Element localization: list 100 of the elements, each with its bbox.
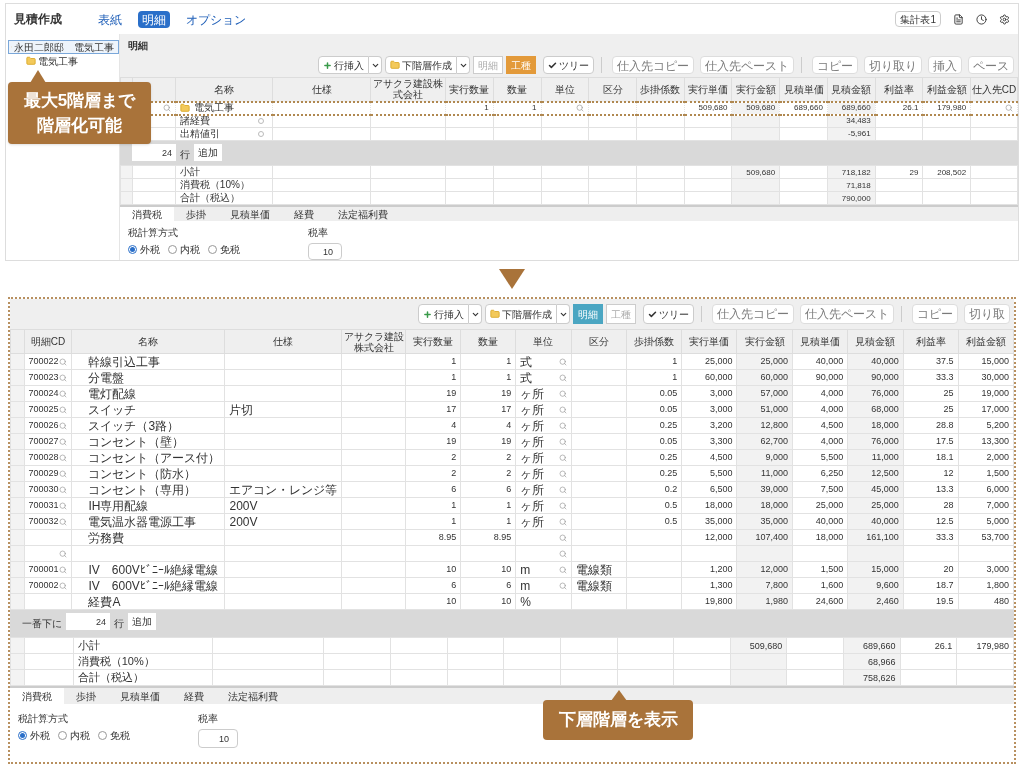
search-icon[interactable] [558,501,567,510]
dropdown-button[interactable] [369,56,382,74]
row-count-field[interactable]: 24 [132,144,176,161]
radio-option[interactable]: 内税 [58,729,90,742]
search-icon[interactable] [59,549,68,558]
tax-rate-field[interactable]: 10 [308,243,342,260]
tab[interactable]: 見積単価 [218,207,282,221]
tab[interactable]: 歩掛 [64,688,108,704]
search-icon[interactable] [558,485,567,494]
total-label: 合計（税込） [179,192,240,203]
search-icon[interactable] [558,517,567,526]
estimate-amount: 45,000 [871,485,899,494]
tab[interactable]: 経費 [172,688,216,704]
search-icon[interactable] [59,485,68,494]
row-count-field[interactable]: 24 [66,613,110,630]
search-icon[interactable] [558,357,567,366]
summary-button[interactable]: 集計表1 [895,11,941,27]
create-sublevel-button[interactable]: 下階層作成 [485,304,557,324]
labor-factor: 0.5 [664,501,678,510]
clock-icon[interactable] [976,13,987,25]
search-icon[interactable] [59,581,68,590]
insert-row-button[interactable]: 行挿入 [418,304,469,324]
search-icon[interactable] [59,469,68,478]
actual-unit-price: 509,680 [698,104,728,112]
callout-pointer-icon [611,690,627,701]
radio-option[interactable]: 外税 [128,243,160,256]
search-icon[interactable] [59,405,68,414]
search-icon[interactable] [558,437,567,446]
tab[interactable]: 法定福利費 [216,688,290,704]
tree-item[interactable]: 電気工事 [8,54,119,68]
tab[interactable]: 法定福利費 [326,207,400,221]
search-icon[interactable] [558,421,567,430]
tab[interactable]: 消費税 [10,688,64,704]
search-icon[interactable] [558,389,567,398]
search-icon[interactable] [59,565,68,574]
dropdown-button[interactable] [469,304,482,324]
radio-option[interactable]: 外税 [18,729,50,742]
labor-factor: 0.05 [659,437,678,446]
actual-quantity: 2 [451,469,457,478]
search-icon[interactable] [558,565,567,574]
tab[interactable]: オプション [182,10,250,28]
search-icon[interactable] [576,104,585,112]
search-icon[interactable] [162,104,171,112]
estimate-amount: 9,600 [876,581,899,590]
plus-icon [323,60,332,70]
create-sublevel-button[interactable]: 下階層作成 [385,56,457,74]
search-icon[interactable] [1005,104,1013,112]
profit-rate: 20 [943,565,954,574]
radio-button[interactable] [128,245,137,254]
search-icon[interactable] [558,549,567,558]
search-icon[interactable] [558,469,567,478]
tree-toggle-button[interactable]: ツリー [543,56,594,74]
item-code: 700027 [28,437,59,446]
column-header: 仕様 [224,329,342,354]
tree-item[interactable]: 永田二郎邸 電気工事 [8,40,119,54]
search-icon[interactable] [59,453,68,462]
search-icon[interactable] [558,581,567,590]
insert-row-button[interactable]: 行挿入 [318,56,369,74]
search-icon[interactable] [558,373,567,382]
column-header: 実行金額 [736,329,793,354]
add-button[interactable]: 追加 [194,144,222,161]
unit-text: ヶ所 [520,451,545,464]
actual-quantity: 19 [446,437,457,446]
unit-text: m [520,579,531,592]
search-icon[interactable] [59,357,68,366]
tree-toggle-button[interactable]: ツリー [643,304,694,324]
search-icon[interactable] [59,373,68,382]
tab[interactable]: 消費税 [120,207,174,221]
radio-option[interactable]: 免税 [98,729,130,742]
search-icon[interactable] [59,437,68,446]
search-icon[interactable] [59,517,68,526]
search-icon[interactable] [558,533,567,542]
profit-rate: 26.1 [902,104,919,112]
estimate-unit-price: 18,000 [815,533,844,542]
add-button[interactable]: 追加 [128,613,156,630]
radio-button[interactable] [18,731,27,740]
labor-factor: 1 [672,357,678,366]
radio-option[interactable]: 内税 [168,243,200,256]
search-icon[interactable] [59,501,68,510]
search-icon[interactable] [558,453,567,462]
settings-icon[interactable] [999,13,1010,25]
profit-amount: 13,300 [981,437,1009,446]
dropdown-button[interactable] [557,304,570,324]
item-name: IV 600Vﾋﾞﾆｰﾙ絶縁電線 [88,563,218,576]
tab[interactable]: 表紙 [94,10,126,28]
search-icon[interactable] [59,421,68,430]
search-icon[interactable] [59,389,68,398]
search-icon[interactable] [558,405,567,414]
tab[interactable]: 見積単価 [108,688,172,704]
section-title: 明細 [127,39,149,53]
tab[interactable]: 明細 [138,10,170,28]
estimate-amount: 689,660 [841,104,871,112]
profit-amount: 2,000 [986,453,1009,462]
tax-rate-field[interactable]: 10 [198,729,238,748]
document-icon[interactable] [953,13,964,25]
column-header: 見積単価 [792,329,848,354]
tab[interactable]: 歩掛 [174,207,218,221]
dropdown-button[interactable] [457,56,470,74]
tab[interactable]: 経費 [282,207,326,221]
radio-option[interactable]: 免税 [208,243,240,256]
